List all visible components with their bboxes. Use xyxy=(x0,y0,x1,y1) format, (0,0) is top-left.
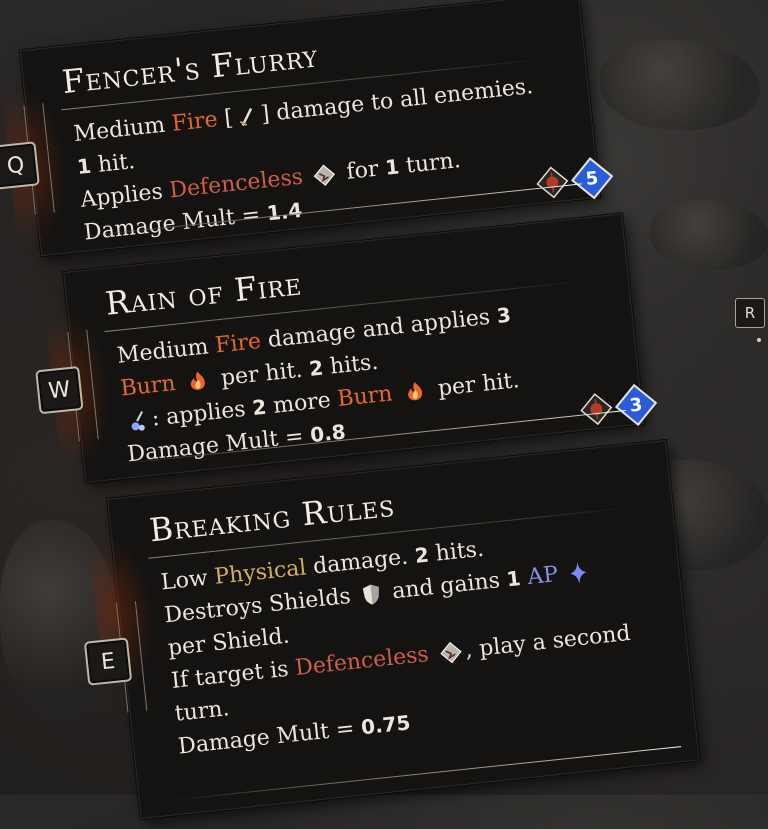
ability-card-fencers-flurry[interactable]: Fencer's Flurry Medium Fire [] damage to… xyxy=(0,0,614,257)
damage-mult-value: 1.4 xyxy=(265,197,304,226)
cracked-gem-icon xyxy=(439,642,462,664)
cost-indicator: 3 xyxy=(578,383,658,427)
keybind-e[interactable]: E xyxy=(83,637,133,686)
frost-icon xyxy=(131,411,145,431)
fire-keyword[interactable]: Fire xyxy=(214,329,262,359)
ability-list: Fencer's Flurry Medium Fire [] damage to… xyxy=(0,0,768,827)
keybind-q[interactable]: Q xyxy=(0,141,40,190)
ap-cost-badge: 3 xyxy=(615,383,658,427)
flame-icon xyxy=(407,381,422,401)
ability-title: Breaking Rules xyxy=(147,485,397,550)
target-reticle-icon xyxy=(580,393,613,426)
ability-description: Medium Fire damage and applies 3 Burn pe… xyxy=(115,302,521,468)
fire-keyword[interactable]: Fire xyxy=(171,107,219,137)
ap-diamond-icon xyxy=(570,561,586,584)
damage-mult-value: 0.75 xyxy=(359,710,412,740)
ability-description: Low Physical damage. 2 hits. Destroys Sh… xyxy=(159,536,632,760)
cracked-gem-icon xyxy=(314,164,336,186)
ap-cost-badge: 5 xyxy=(571,157,614,200)
keybind-w[interactable]: W xyxy=(35,365,84,415)
shield-icon xyxy=(362,584,379,605)
target-reticle-icon xyxy=(536,166,569,199)
burn-keyword[interactable]: Burn xyxy=(119,371,176,402)
ability-card-breaking-rules[interactable]: Breaking Rules Low Physical damage. 2 hi… xyxy=(87,439,700,819)
sword-icon xyxy=(240,107,253,127)
damage-mult-value: 0.8 xyxy=(309,419,347,448)
ability-description: Medium Fire [] damage to all enemies. 1 … xyxy=(72,74,535,246)
flame-icon xyxy=(190,371,205,390)
burn-keyword[interactable]: Burn xyxy=(336,381,393,412)
cost-indicator: 5 xyxy=(534,157,614,201)
ability-title: Fencer's Flurry xyxy=(60,36,320,102)
ap-keyword[interactable]: AP xyxy=(526,562,559,590)
ability-card-rain-of-fire[interactable]: Rain of Fire Medium Fire damage and appl… xyxy=(43,213,658,483)
